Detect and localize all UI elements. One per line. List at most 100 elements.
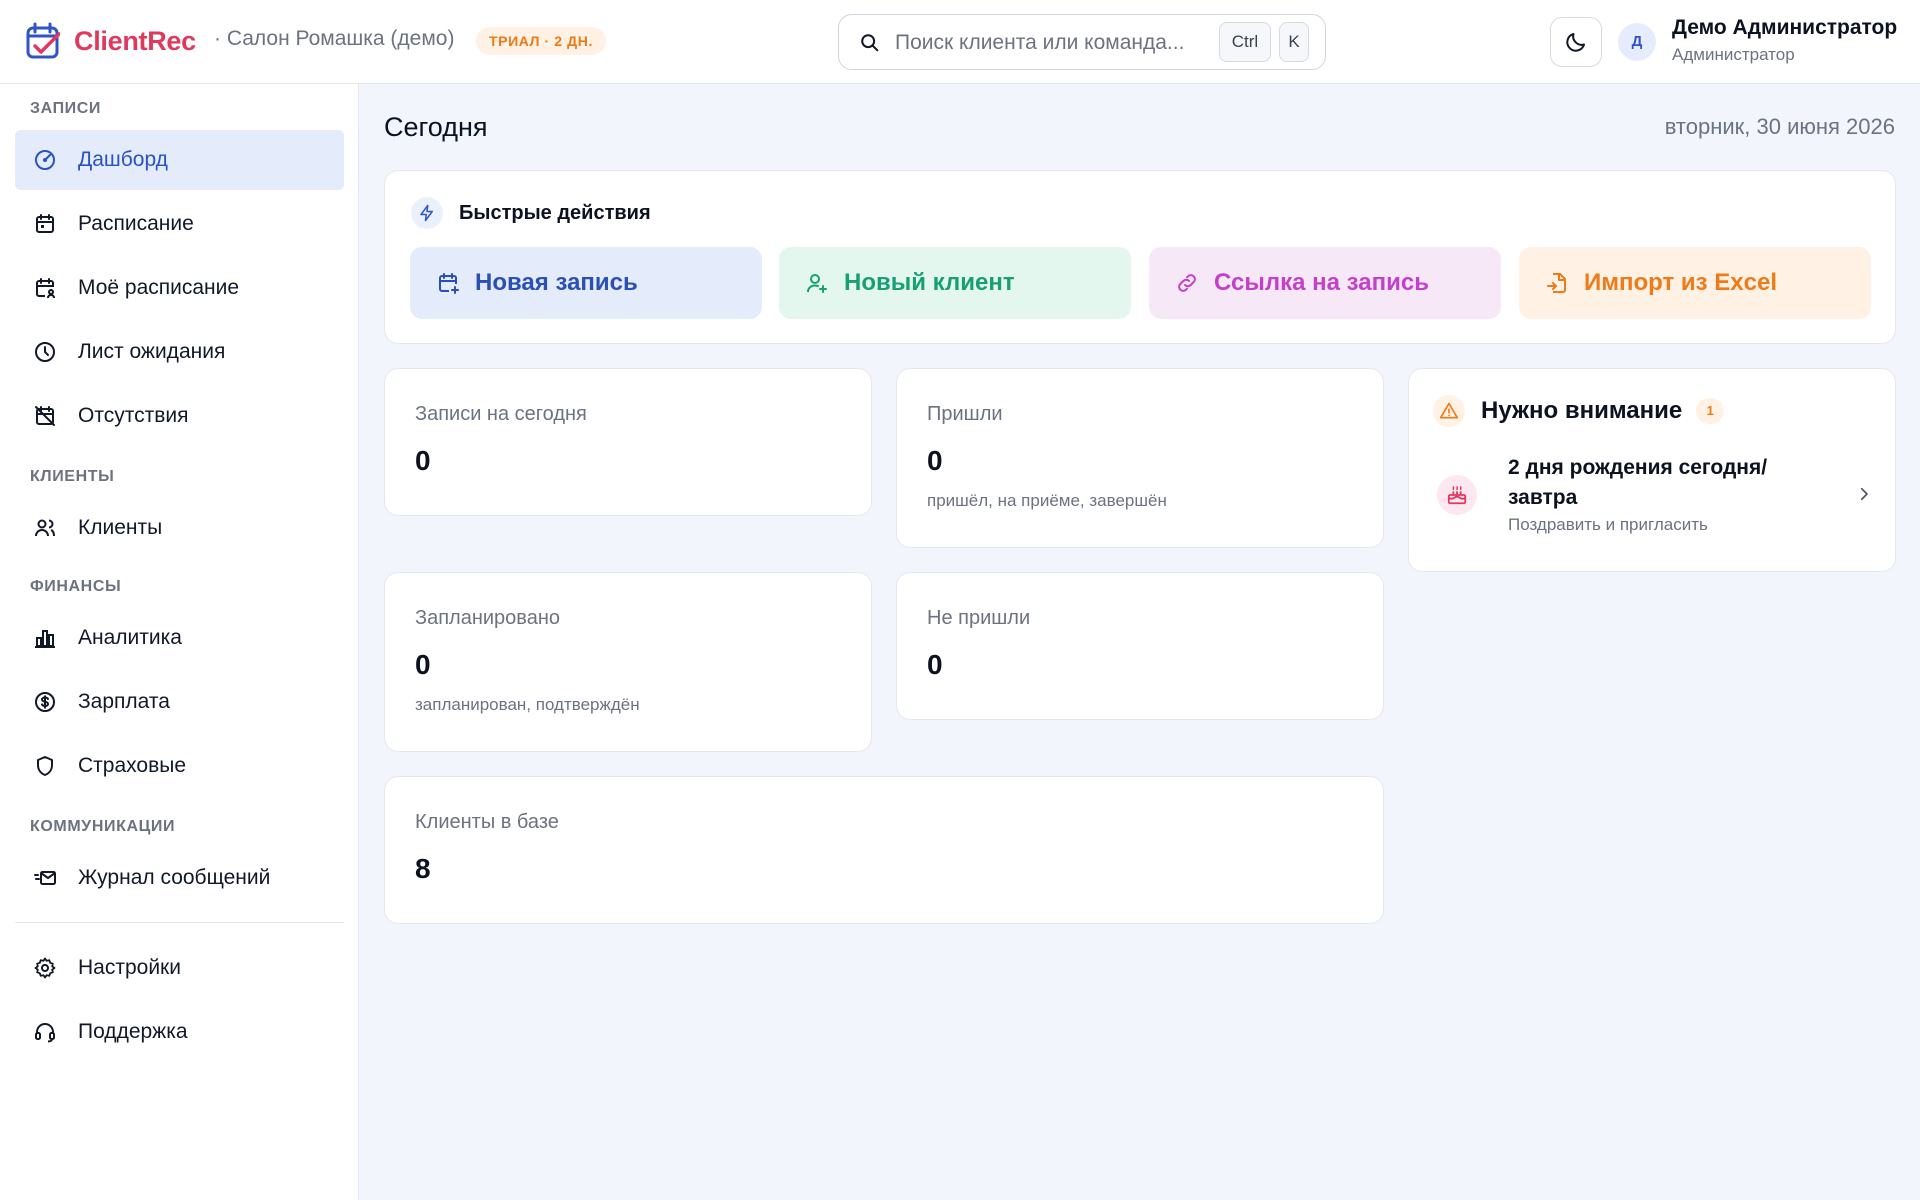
sidebar-item-label: Лист ожидания	[78, 340, 226, 363]
sidebar-item-insurance[interactable]: Страховые	[15, 736, 344, 796]
page-title: Сегодня	[384, 112, 488, 142]
users-icon	[33, 516, 57, 540]
stat-card-planned[interactable]: Запланировано 0 запланирован, подтверждё…	[384, 572, 872, 752]
moon-icon	[1564, 30, 1588, 54]
bar-chart-icon	[33, 626, 57, 650]
stat-label: Пришли	[927, 403, 1003, 425]
shortcut-key-ctrl: Ctrl	[1219, 22, 1271, 62]
stat-subtitle: пришёл, на приёме, завершён	[927, 491, 1167, 510]
theme-toggle-button[interactable]	[1550, 17, 1602, 67]
gear-icon	[33, 956, 57, 980]
cake-icon	[1437, 475, 1477, 515]
sidebar-item-analytics[interactable]: Аналитика	[15, 608, 344, 668]
search-placeholder: Поиск клиента или команда...	[895, 31, 1185, 54]
sidebar-section-records: ЗАПИСИ	[30, 100, 102, 117]
user-plus-icon	[805, 271, 829, 295]
file-import-icon	[1545, 271, 1569, 295]
calendar-check-logo-icon	[26, 22, 60, 60]
stat-label: Запланировано	[415, 607, 560, 629]
sidebar-item-label: Клиенты	[78, 516, 163, 539]
app-name: ClientRec	[74, 25, 196, 56]
quick-actions-header: Быстрые действия	[411, 197, 651, 229]
new-appointment-label: Новая запись	[475, 269, 638, 296]
sidebar-item-absences[interactable]: Отсутствия	[15, 386, 344, 446]
sidebar-item-label: Дашборд	[78, 148, 168, 171]
booking-link-button[interactable]: Ссылка на запись	[1149, 247, 1501, 319]
user-role: Администратор	[1672, 45, 1795, 64]
search-icon	[859, 32, 881, 54]
warning-icon	[1433, 395, 1465, 427]
sidebar-item-my-schedule[interactable]: Моё расписание	[15, 258, 344, 318]
attention-count-badge: 1	[1696, 398, 1725, 424]
sidebar-divider	[15, 922, 344, 923]
headset-icon	[33, 1020, 57, 1044]
stat-card-today[interactable]: Записи на сегодня 0	[384, 368, 872, 516]
calendar-plus-icon	[436, 271, 460, 295]
sidebar-item-label: Поддержка	[78, 1020, 188, 1043]
birthday-attention-item[interactable]: 2 дня рождения сегодня/завтра Поздравить…	[1433, 453, 1873, 549]
calendar-icon	[33, 212, 57, 236]
link-icon	[1175, 271, 1199, 295]
dollar-circle-icon	[33, 690, 57, 714]
attention-item-title: 2 дня рождения сегодня/завтра	[1508, 456, 1768, 509]
organization-name: · Салон Ромашка (демо)	[214, 27, 455, 50]
sidebar-item-label: Аналитика	[78, 626, 182, 649]
avatar[interactable]: Д	[1618, 23, 1656, 61]
calendar-off-icon	[33, 404, 57, 428]
attention-card: Нужно внимание 1 2 дня рождения сегодня/…	[1408, 368, 1896, 572]
sidebar-item-schedule[interactable]: Расписание	[15, 194, 344, 254]
import-excel-label: Импорт из Excel	[1584, 269, 1777, 296]
stat-card-arrived[interactable]: Пришли 0 пришёл, на приёме, завершён	[896, 368, 1384, 548]
lightning-icon	[411, 197, 443, 229]
top-header: ClientRec · Салон Ромашка (демо) ТРИАЛ ·…	[0, 0, 1920, 84]
clock-icon	[33, 340, 57, 364]
attention-item-subtitle: Поздравить и пригласить	[1508, 515, 1708, 534]
new-client-label: Новый клиент	[844, 269, 1015, 296]
sidebar-item-waitlist[interactable]: Лист ожидания	[15, 322, 344, 382]
sidebar-item-label: Страховые	[78, 754, 187, 777]
new-appointment-button[interactable]: Новая запись	[410, 247, 762, 319]
stat-label: Не пришли	[927, 607, 1031, 629]
stat-label: Клиенты в базе	[415, 811, 559, 833]
sidebar-item-message-log[interactable]: Журнал сообщений	[15, 848, 344, 908]
stat-card-noshow[interactable]: Не пришли 0	[896, 572, 1384, 720]
current-date: вторник, 30 июня 2026	[1664, 114, 1895, 139]
sidebar-item-support[interactable]: Поддержка	[15, 1002, 344, 1062]
import-excel-button[interactable]: Импорт из Excel	[1519, 247, 1871, 319]
sidebar-item-label: Журнал сообщений	[78, 866, 271, 889]
sidebar: ЗАПИСИ Дашборд Расписание Моё расписание…	[0, 84, 359, 1200]
stat-value: 0	[415, 649, 431, 680]
attention-header: Нужно внимание 1	[1433, 395, 1725, 427]
stat-value: 8	[415, 853, 431, 884]
booking-link-label: Ссылка на запись	[1214, 269, 1429, 296]
sidebar-item-label: Настройки	[78, 956, 181, 979]
sidebar-item-dashboard[interactable]: Дашборд	[15, 130, 344, 190]
sidebar-item-label: Зарплата	[78, 690, 170, 713]
sidebar-section-communications: КОММУНИКАЦИИ	[30, 818, 176, 835]
mail-fast-icon	[33, 866, 57, 890]
sidebar-item-label: Моё расписание	[78, 276, 240, 299]
new-client-button[interactable]: Новый клиент	[779, 247, 1131, 319]
sidebar-item-clients[interactable]: Клиенты	[15, 498, 344, 558]
calendar-user-icon	[33, 276, 57, 300]
sidebar-item-settings[interactable]: Настройки	[15, 938, 344, 998]
quick-actions-card: Быстрые действия Новая запись Новый клие…	[384, 170, 1896, 344]
stat-subtitle: запланирован, подтверждён	[415, 695, 640, 714]
gauge-icon	[33, 148, 57, 172]
stat-value: 0	[415, 445, 431, 476]
search-input[interactable]: Поиск клиента или команда... Ctrl K	[838, 14, 1326, 70]
sidebar-item-label: Расписание	[78, 212, 194, 235]
shortcut-key-k: K	[1279, 22, 1309, 62]
stat-label: Записи на сегодня	[415, 403, 587, 425]
attention-title: Нужно внимание	[1481, 397, 1683, 424]
quick-actions-title: Быстрые действия	[459, 201, 651, 224]
user-name[interactable]: Демо Администратор	[1672, 16, 1897, 40]
sidebar-item-label: Отсутствия	[78, 404, 189, 427]
sidebar-item-salary[interactable]: Зарплата	[15, 672, 344, 732]
app-logo[interactable]: ClientRec	[26, 22, 196, 60]
stat-value: 0	[927, 649, 943, 680]
sidebar-section-clients: КЛИЕНТЫ	[30, 468, 115, 485]
shield-icon	[33, 754, 57, 778]
chevron-right-icon	[1855, 485, 1873, 503]
stat-card-clients[interactable]: Клиенты в базе 8	[384, 776, 1384, 924]
